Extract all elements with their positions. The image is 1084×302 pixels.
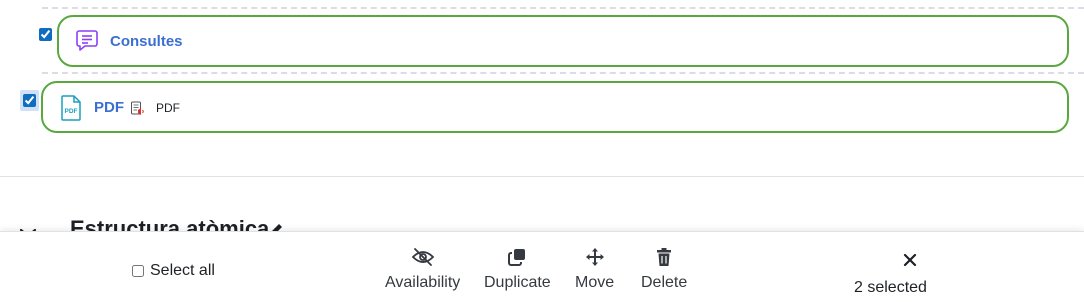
delete-label: Delete: [641, 274, 688, 291]
activity-checkbox-pdf[interactable]: [23, 94, 36, 107]
selected-count: 2 selected: [854, 279, 927, 296]
pdf-file-icon: PDF: [59, 94, 83, 127]
drop-zone-line: [42, 7, 1084, 9]
trash-icon: [655, 246, 673, 268]
activity-name[interactable]: PDF: [94, 99, 124, 116]
move-arrows-icon: [585, 246, 605, 268]
delete-button[interactable]: Delete: [641, 246, 687, 292]
duplicate-label: Duplicate: [484, 274, 551, 291]
close-icon[interactable]: [901, 251, 919, 269]
svg-text:PDF: PDF: [65, 108, 78, 115]
section-divider: [0, 176, 1084, 177]
select-all-label: Select all: [150, 262, 215, 279]
duplicate-button[interactable]: Duplicate: [484, 246, 551, 292]
move-button[interactable]: Move: [575, 246, 614, 292]
activity-type-label: PDF: [156, 101, 180, 115]
chat-bubble-icon: [74, 28, 100, 59]
activity-name[interactable]: Consultes: [110, 33, 183, 50]
availability-button[interactable]: Availability: [385, 246, 460, 292]
pdf-document-icon: [130, 101, 146, 122]
drop-zone-line: [42, 72, 1084, 74]
activity-item-consultes[interactable]: Consultes: [57, 15, 1069, 67]
eye-slash-icon: [411, 246, 435, 268]
bulk-edit-toolbar: Select all Availability Duplicate Move D…: [0, 231, 1084, 302]
select-all-control[interactable]: Select all: [132, 262, 215, 280]
move-label: Move: [575, 274, 615, 291]
availability-label: Availability: [385, 274, 461, 291]
copy-icon: [507, 246, 527, 268]
activity-item-pdf[interactable]: PDF PDF PDF: [41, 81, 1069, 133]
select-all-checkbox[interactable]: [132, 265, 144, 277]
activity-checkbox-consultes[interactable]: [39, 28, 52, 41]
